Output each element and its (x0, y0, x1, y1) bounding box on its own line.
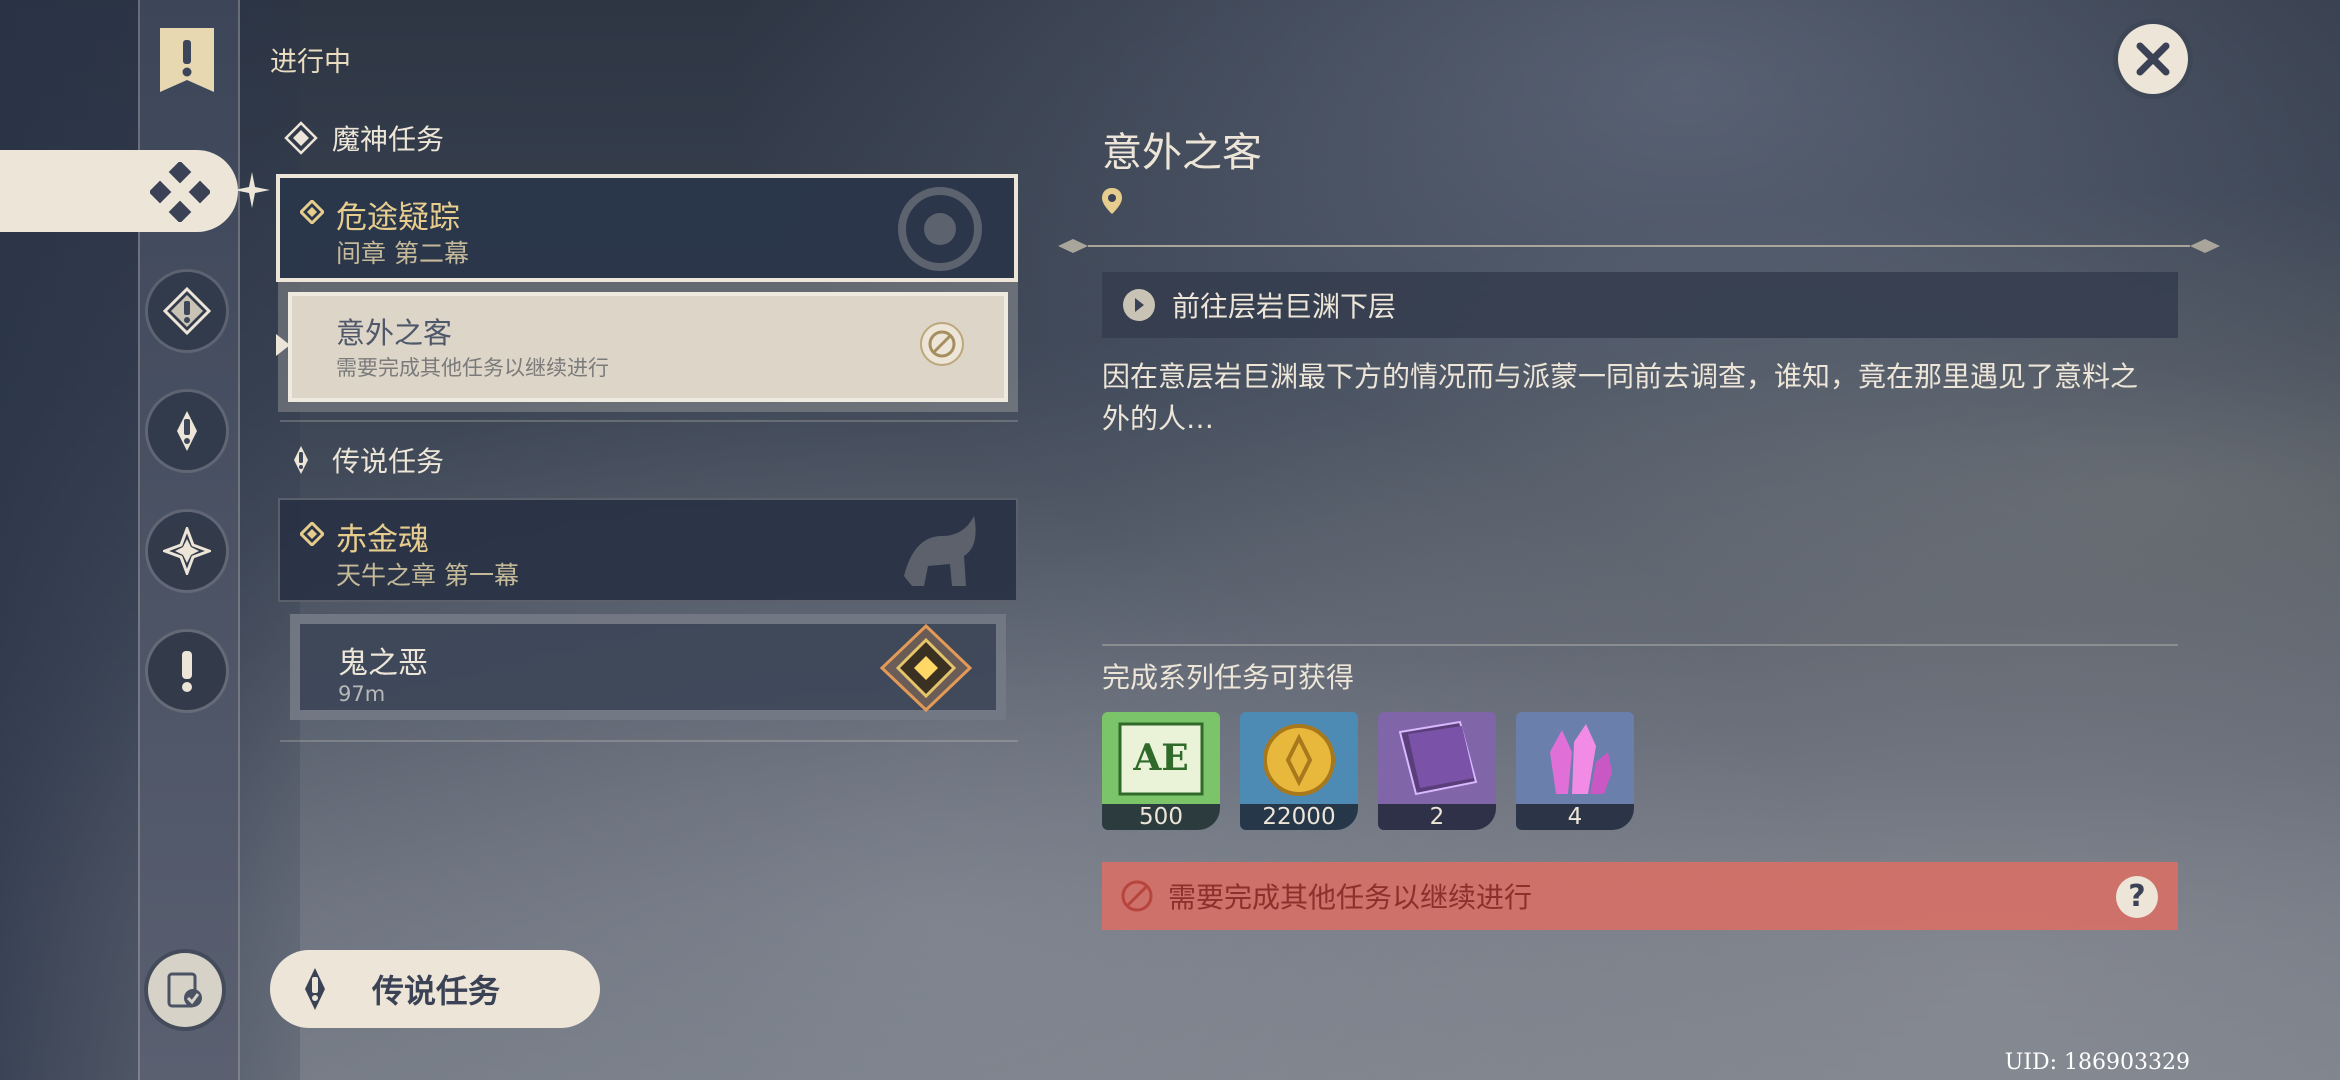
ornament-divider (1058, 239, 2220, 253)
quest-subtitle: 天牛之章 第一幕 (336, 561, 519, 590)
section-divider (280, 420, 1018, 422)
quest-card-legend[interactable]: 赤金魂 天牛之章 第一幕 (278, 498, 1018, 602)
tab-archon-quests[interactable] (0, 150, 238, 232)
objective-arrow-icon (1123, 289, 1155, 321)
bull-emblem-icon (904, 516, 976, 586)
subquest-card-selected[interactable]: 意外之客 需要完成其他任务以继续进行 (278, 282, 1018, 412)
quest-description: 因在意层岩巨渊最下方的情况而与派蒙一同前去调查，谁知，竟在那里遇见了意料之外的人… (1102, 360, 2139, 435)
section-label: 传说任务 (332, 445, 445, 478)
tab-commission-quests[interactable] (148, 632, 226, 710)
section-divider (280, 740, 1018, 742)
blocked-message: 需要完成其他任务以继续进行 (1168, 881, 1533, 914)
exclamation-mark-icon (182, 651, 192, 692)
archon-section-header: 魔神任务 (284, 118, 444, 158)
legend-quest-icon (305, 968, 325, 1010)
help-button[interactable]: ? (2116, 876, 2158, 918)
close-button[interactable] (2118, 24, 2188, 94)
objective-text: 前往层岩巨渊下层 (1172, 290, 1397, 323)
tab-story-quests[interactable] (148, 272, 226, 350)
blocked-status-bar: 需要完成其他任务以继续进行 ? (1102, 862, 2178, 930)
navigate-waypoint-icon[interactable] (878, 624, 974, 712)
quest-diamond-icon (300, 200, 324, 224)
checklist-icon (167, 972, 202, 1008)
close-icon (2136, 42, 2170, 76)
quest-subtitle: 间章 第二幕 (336, 239, 469, 268)
subquest-title: 鬼之恶 (338, 646, 428, 681)
exclamation-icon (177, 411, 197, 451)
subquest-title: 意外之客 (336, 316, 453, 350)
legend-button-label: 传说任务 (372, 972, 501, 1010)
reward-count: 22000 (1240, 804, 1358, 830)
heros-wit-icon (1378, 712, 1496, 804)
quest-card-archon[interactable]: 危途疑踪 间章 第二幕 (276, 174, 1018, 282)
legend-section-header: 传说任务 (284, 440, 444, 480)
in-progress-label: 进行中 (270, 47, 351, 78)
reward-count: 500 (1102, 804, 1220, 830)
player-uid: UID: 186903329 (2004, 1050, 2190, 1075)
tab-world-quests[interactable] (148, 512, 226, 590)
quest-title: 赤金魂 (336, 522, 429, 558)
rewards-heading: 完成系列任务可获得 (1102, 661, 1355, 694)
location-pin-icon (1102, 188, 1122, 214)
archon-quest-icon (150, 162, 210, 222)
selected-sparkle-icon (234, 172, 270, 208)
reward-item[interactable]: AE 500 (1102, 712, 1220, 830)
quest-title: 危途疑踪 (336, 200, 460, 236)
reward-item[interactable]: 2 (1378, 712, 1496, 830)
archon-quest-icon (284, 121, 318, 155)
current-objective: 前往层岩巨渊下层 (1102, 272, 2178, 338)
reward-item[interactable]: 22000 (1240, 712, 1358, 830)
subquest-status: 需要完成其他任务以继续进行 (336, 356, 609, 380)
quest-banner-icon[interactable] (156, 26, 218, 96)
legend-quests-button[interactable]: 传说任务 (270, 950, 600, 1028)
reward-count: 2 (1378, 804, 1496, 830)
crystal-icon (1516, 712, 1634, 804)
reward-count: 4 (1516, 804, 1634, 830)
mora-icon (1240, 712, 1358, 804)
rewards-divider (1102, 644, 2178, 646)
compass-star-icon (163, 527, 211, 575)
tab-legend-quests[interactable] (148, 392, 226, 470)
quest-emblem-icon (898, 187, 982, 271)
blocked-icon (920, 322, 964, 366)
blocked-icon (1121, 880, 1153, 912)
legend-quest-icon (294, 446, 308, 474)
quest-diamond-icon (300, 522, 324, 546)
detail-quest-title: 意外之客 (1102, 130, 1262, 176)
svg-text:AE: AE (1132, 737, 1188, 779)
reward-item[interactable]: 4 (1516, 712, 1634, 830)
quest-navigation-toggle[interactable] (148, 953, 222, 1027)
subquest-distance: 97m (338, 682, 386, 706)
adventure-exp-icon: AE (1102, 712, 1220, 804)
subquest-card-tracked[interactable]: 鬼之恶 97m (290, 614, 1006, 720)
section-label: 魔神任务 (332, 123, 445, 156)
story-quest-icon (163, 287, 211, 335)
